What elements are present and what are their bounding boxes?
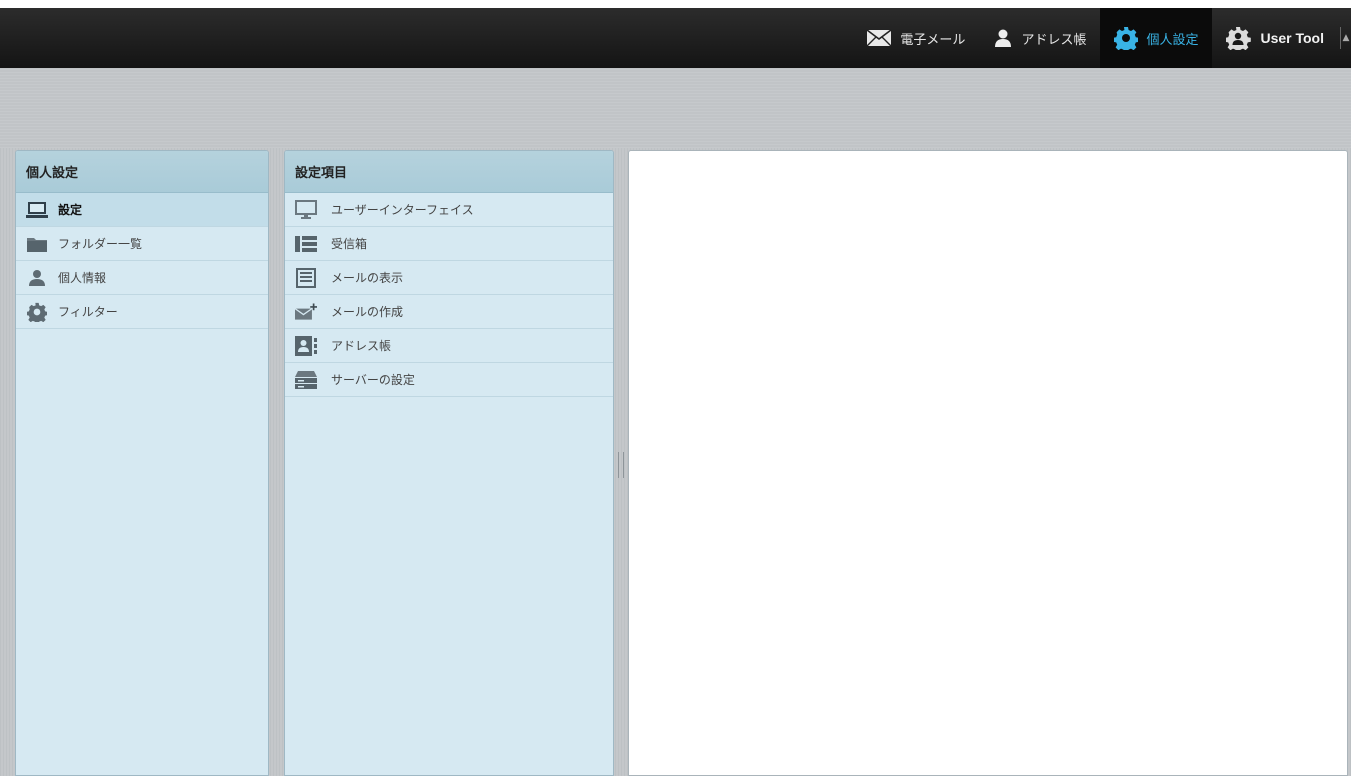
left-item-label: 個人情報 <box>58 271 107 285</box>
nav-addressbook[interactable]: アドレス帳 <box>979 8 1100 68</box>
mid-item-label: メールの表示 <box>331 271 404 285</box>
mid-item-message-view[interactable]: メールの表示 <box>285 261 613 295</box>
folder-icon <box>26 234 48 254</box>
settings-items-panel: 設定項目 ユーザーインターフェイス 受信箱 メールの表示 メールの作成 アドレス… <box>284 150 614 776</box>
user-gear-icon <box>1226 26 1252 50</box>
user-menu-arrow-icon[interactable]: ▲ <box>1341 8 1351 68</box>
left-item-label: フォルダー一覧 <box>58 237 143 251</box>
left-item-filters[interactable]: フィルター <box>16 295 268 329</box>
mid-item-user-interface[interactable]: ユーザーインターフェイス <box>285 193 613 227</box>
envelope-icon <box>866 29 892 47</box>
server-icon <box>295 370 317 390</box>
left-item-label: フィルター <box>58 305 118 319</box>
personal-settings-panel: 個人設定 設定 フォルダー一覧 個人情報 フィルター <box>15 150 269 776</box>
mid-item-server-settings[interactable]: サーバーの設定 <box>285 363 613 397</box>
mid-item-compose[interactable]: メールの作成 <box>285 295 613 329</box>
content-pane <box>628 150 1348 776</box>
nav-email-label: 電子メール <box>900 32 966 48</box>
person-icon <box>993 28 1013 48</box>
mid-item-label: サーバーの設定 <box>331 373 415 387</box>
contact-card-icon <box>295 335 317 356</box>
mid-item-label: アドレス帳 <box>331 339 392 353</box>
mid-item-inbox[interactable]: 受信箱 <box>285 227 613 261</box>
mid-item-address-book[interactable]: アドレス帳 <box>285 329 613 363</box>
mid-item-label: ユーザーインターフェイス <box>331 203 474 217</box>
nav-user-tool[interactable]: User Tool <box>1212 8 1338 68</box>
monitor-icon <box>295 199 317 220</box>
nav-user-tool-label: User Tool <box>1260 30 1324 46</box>
left-item-personal-info[interactable]: 個人情報 <box>16 261 268 295</box>
monitor-icon <box>26 200 48 220</box>
message-view-icon <box>295 267 317 288</box>
compose-mail-icon <box>295 302 317 322</box>
mid-item-label: メールの作成 <box>331 305 404 319</box>
top-nav: 電子メール アドレス帳 個人設定 User Tool ▲ <box>852 8 1351 68</box>
nav-addressbook-label: アドレス帳 <box>1021 32 1087 48</box>
nav-email[interactable]: 電子メール <box>852 8 979 68</box>
splitter-handle[interactable] <box>618 452 624 478</box>
header-band <box>0 68 1351 148</box>
left-item-label: 設定 <box>58 203 83 217</box>
nav-settings[interactable]: 個人設定 <box>1100 8 1213 68</box>
personal-settings-title: 個人設定 <box>16 151 268 193</box>
settings-items-title: 設定項目 <box>285 151 613 193</box>
nav-settings-label: 個人設定 <box>1146 32 1199 48</box>
gear-icon <box>26 302 48 322</box>
left-item-folders[interactable]: フォルダー一覧 <box>16 227 268 261</box>
gear-icon <box>1114 26 1139 50</box>
mid-item-label: 受信箱 <box>331 237 368 251</box>
person-icon <box>26 268 48 288</box>
top-bar: 電子メール アドレス帳 個人設定 User Tool ▲ <box>0 0 1351 68</box>
inbox-icon <box>295 234 317 254</box>
left-item-settings[interactable]: 設定 <box>16 193 268 227</box>
